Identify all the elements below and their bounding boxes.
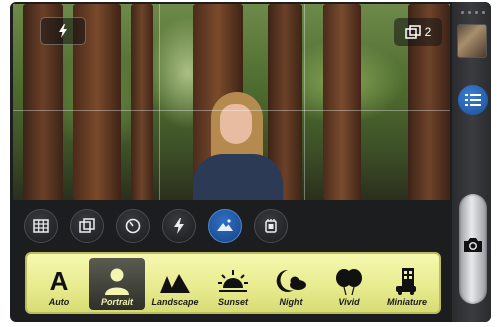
multi-shot-count: 2 [424,25,432,39]
scene-mode-label: Sunset [217,297,248,307]
vivid-icon [336,269,362,296]
stabilizer-button[interactable] [254,209,288,243]
shutter-button[interactable] [459,232,487,258]
page-dots [461,11,485,14]
scene-mode-portrait[interactable]: Portrait [89,258,145,310]
tree-trunk [323,4,361,200]
crop-button[interactable] [70,209,104,243]
scene-mode-strip[interactable]: A Auto Portrait Landscape Sunset Night V… [25,252,441,314]
camera-app: 2 A Auto Portrait Landscape Sunset Night… [10,2,491,322]
landscape-icon [160,274,190,293]
scene-mode-label: Auto [48,297,70,307]
stack-icon [404,25,421,39]
grid-icon [33,219,49,233]
camera-icon [464,238,482,252]
scene-mode-auto[interactable]: A Auto [31,258,87,310]
person-subject [183,92,283,200]
timer-button[interactable] [116,209,150,243]
scene-mode-label: Landscape [151,297,199,307]
viewfinder[interactable]: 2 [13,4,450,200]
subject-jacket [193,154,283,200]
scene-mode-sunset[interactable]: Sunset [205,258,261,310]
miniature-icon [396,268,416,295]
crop-icon [79,218,95,233]
scene-mode-landscape[interactable]: Landscape [147,258,203,310]
timer-icon [125,218,141,234]
sunset-icon [218,270,248,292]
stabilizer-icon [265,219,277,233]
flash-toggle[interactable] [40,17,86,45]
scene-mode-label: Miniature [386,297,427,307]
night-icon [276,269,306,292]
list-icon [465,94,481,106]
scene-button[interactable] [208,209,242,243]
scene-mode-partial[interactable]: P [437,258,439,310]
multi-shot-counter[interactable]: 2 [394,18,442,46]
shutter-slider[interactable] [459,194,487,304]
menu-list-button[interactable] [458,85,488,115]
grid-line [13,110,450,111]
scene-mode-miniature[interactable]: Miniature [379,258,435,310]
grid-line [304,4,305,200]
flash-button[interactable] [162,209,196,243]
scene-mode-list: A Auto Portrait Landscape Sunset Night V… [31,258,439,310]
flash-icon [59,24,67,38]
scene-mode-label: Night [279,297,303,307]
last-photo-thumbnail[interactable] [457,24,487,58]
auto-icon: A [49,266,69,296]
grid-button[interactable] [24,209,58,243]
flash-icon [174,218,184,234]
tree-trunk [131,4,153,200]
scene-icon [217,219,233,231]
scene-mode-night[interactable]: Night [263,258,319,310]
grid-line [159,4,160,200]
portrait-icon [105,268,129,295]
scene-mode-label: Portrait [100,297,133,307]
tool-bar [24,209,288,245]
scene-mode-vivid[interactable]: Vivid [321,258,377,310]
scene-mode-label: Vivid [338,297,360,307]
side-rail [452,2,491,322]
